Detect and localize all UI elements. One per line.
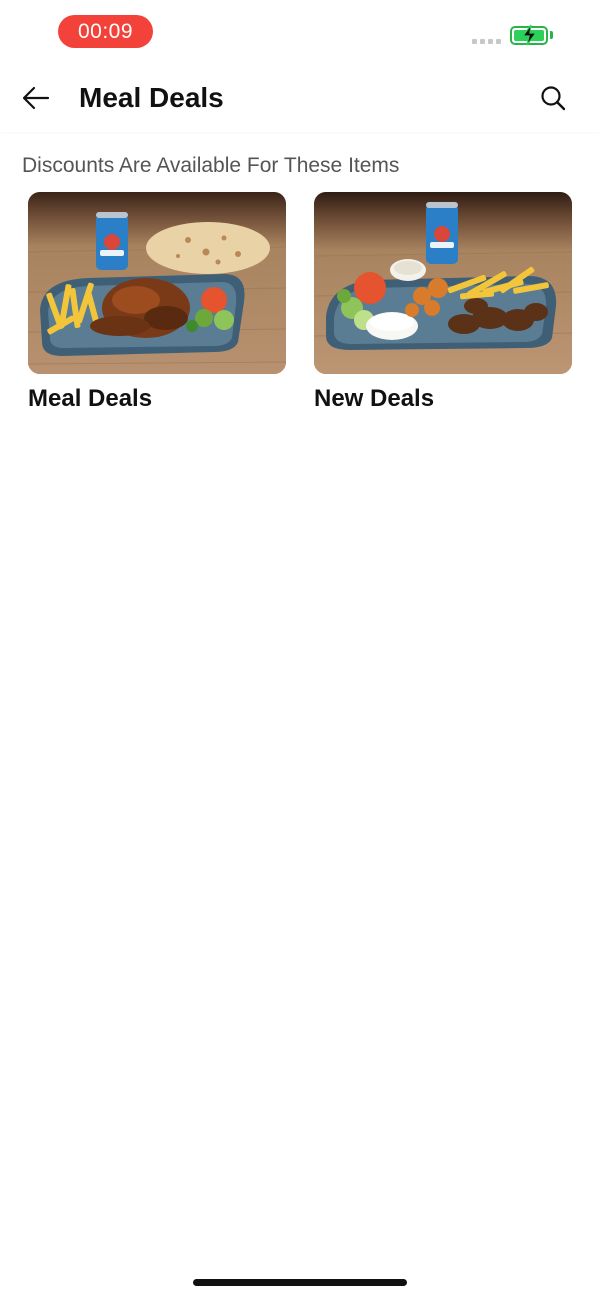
category-card-meal-deals[interactable]: Meal Deals [28, 192, 286, 414]
page-title: Meal Deals [79, 82, 224, 113]
status-time: 00:09 [77, 19, 134, 43]
signal-icon [472, 39, 501, 44]
kebab-platter-image [314, 192, 572, 374]
category-label: Meal Deals [28, 385, 153, 412]
category-card-new-deals[interactable]: New Deals [314, 192, 572, 414]
charging-bolt-icon [521, 24, 538, 46]
chicken-platter-image [28, 192, 286, 374]
battery-cap [550, 31, 553, 39]
discount-subtitle: Discounts Are Available For These Items [22, 154, 400, 177]
category-label: New Deals [314, 385, 435, 412]
recording-time-pill[interactable]: 00:09 [58, 15, 153, 48]
home-indicator[interactable] [193, 1279, 407, 1286]
status-bar: 00:09 [0, 0, 600, 64]
back-button[interactable] [18, 80, 54, 116]
arrow-left-icon [22, 86, 50, 110]
search-button[interactable] [535, 80, 571, 116]
app-header: Meal Deals [0, 66, 600, 132]
search-icon [541, 86, 566, 111]
